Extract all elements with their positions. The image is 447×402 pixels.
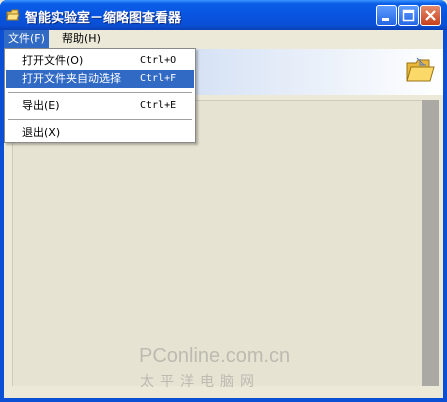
menu-separator bbox=[8, 119, 192, 120]
menu-item-exit[interactable]: 退出(X) bbox=[6, 124, 194, 142]
file-menu-dropdown: 打开文件(O) Ctrl+O 打开文件夹自动选择 Ctrl+F 导出(E) Ct… bbox=[4, 48, 196, 143]
app-icon bbox=[6, 9, 20, 21]
menu-item-label: 打开文件(O) bbox=[22, 54, 84, 67]
minimize-icon bbox=[382, 18, 389, 21]
menu-item-open-folder-auto[interactable]: 打开文件夹自动选择 Ctrl+F bbox=[6, 70, 194, 88]
menu-item-label: 打开文件夹自动选择 bbox=[22, 72, 121, 85]
watermark-text: 太平洋电脑网 bbox=[140, 374, 260, 390]
menu-help[interactable]: 帮助(H) bbox=[58, 30, 105, 48]
maximize-icon bbox=[402, 9, 415, 22]
menu-file[interactable]: 文件(F) bbox=[4, 30, 49, 48]
menu-separator bbox=[8, 92, 192, 93]
menu-item-export[interactable]: 导出(E) Ctrl+E bbox=[6, 97, 194, 115]
menu-item-shortcut: Ctrl+F bbox=[140, 73, 177, 84]
close-icon bbox=[425, 10, 436, 21]
open-folder-icon[interactable] bbox=[405, 56, 435, 84]
menu-item-open-file[interactable]: 打开文件(O) Ctrl+O bbox=[6, 52, 194, 70]
title-bar[interactable]: 智能实验室－缩略图查看器 bbox=[0, 0, 447, 30]
window-title: 智能实验室－缩略图查看器 bbox=[25, 11, 182, 26]
app-window: 智能实验室－缩略图查看器 文件(F) 帮助(H) PConline.com.cn bbox=[0, 0, 447, 402]
menu-item-label: 退出(X) bbox=[22, 126, 61, 139]
close-button[interactable] bbox=[420, 5, 441, 26]
menu-item-label: 导出(E) bbox=[22, 99, 60, 112]
watermark-logo: PConline.com.cn bbox=[139, 345, 291, 367]
menu-bar: 文件(F) 帮助(H) bbox=[4, 30, 443, 48]
menu-item-shortcut: Ctrl+O bbox=[140, 55, 177, 66]
menu-item-shortcut: Ctrl+E bbox=[140, 100, 177, 111]
maximize-button[interactable] bbox=[398, 5, 419, 26]
minimize-button[interactable] bbox=[376, 5, 397, 26]
